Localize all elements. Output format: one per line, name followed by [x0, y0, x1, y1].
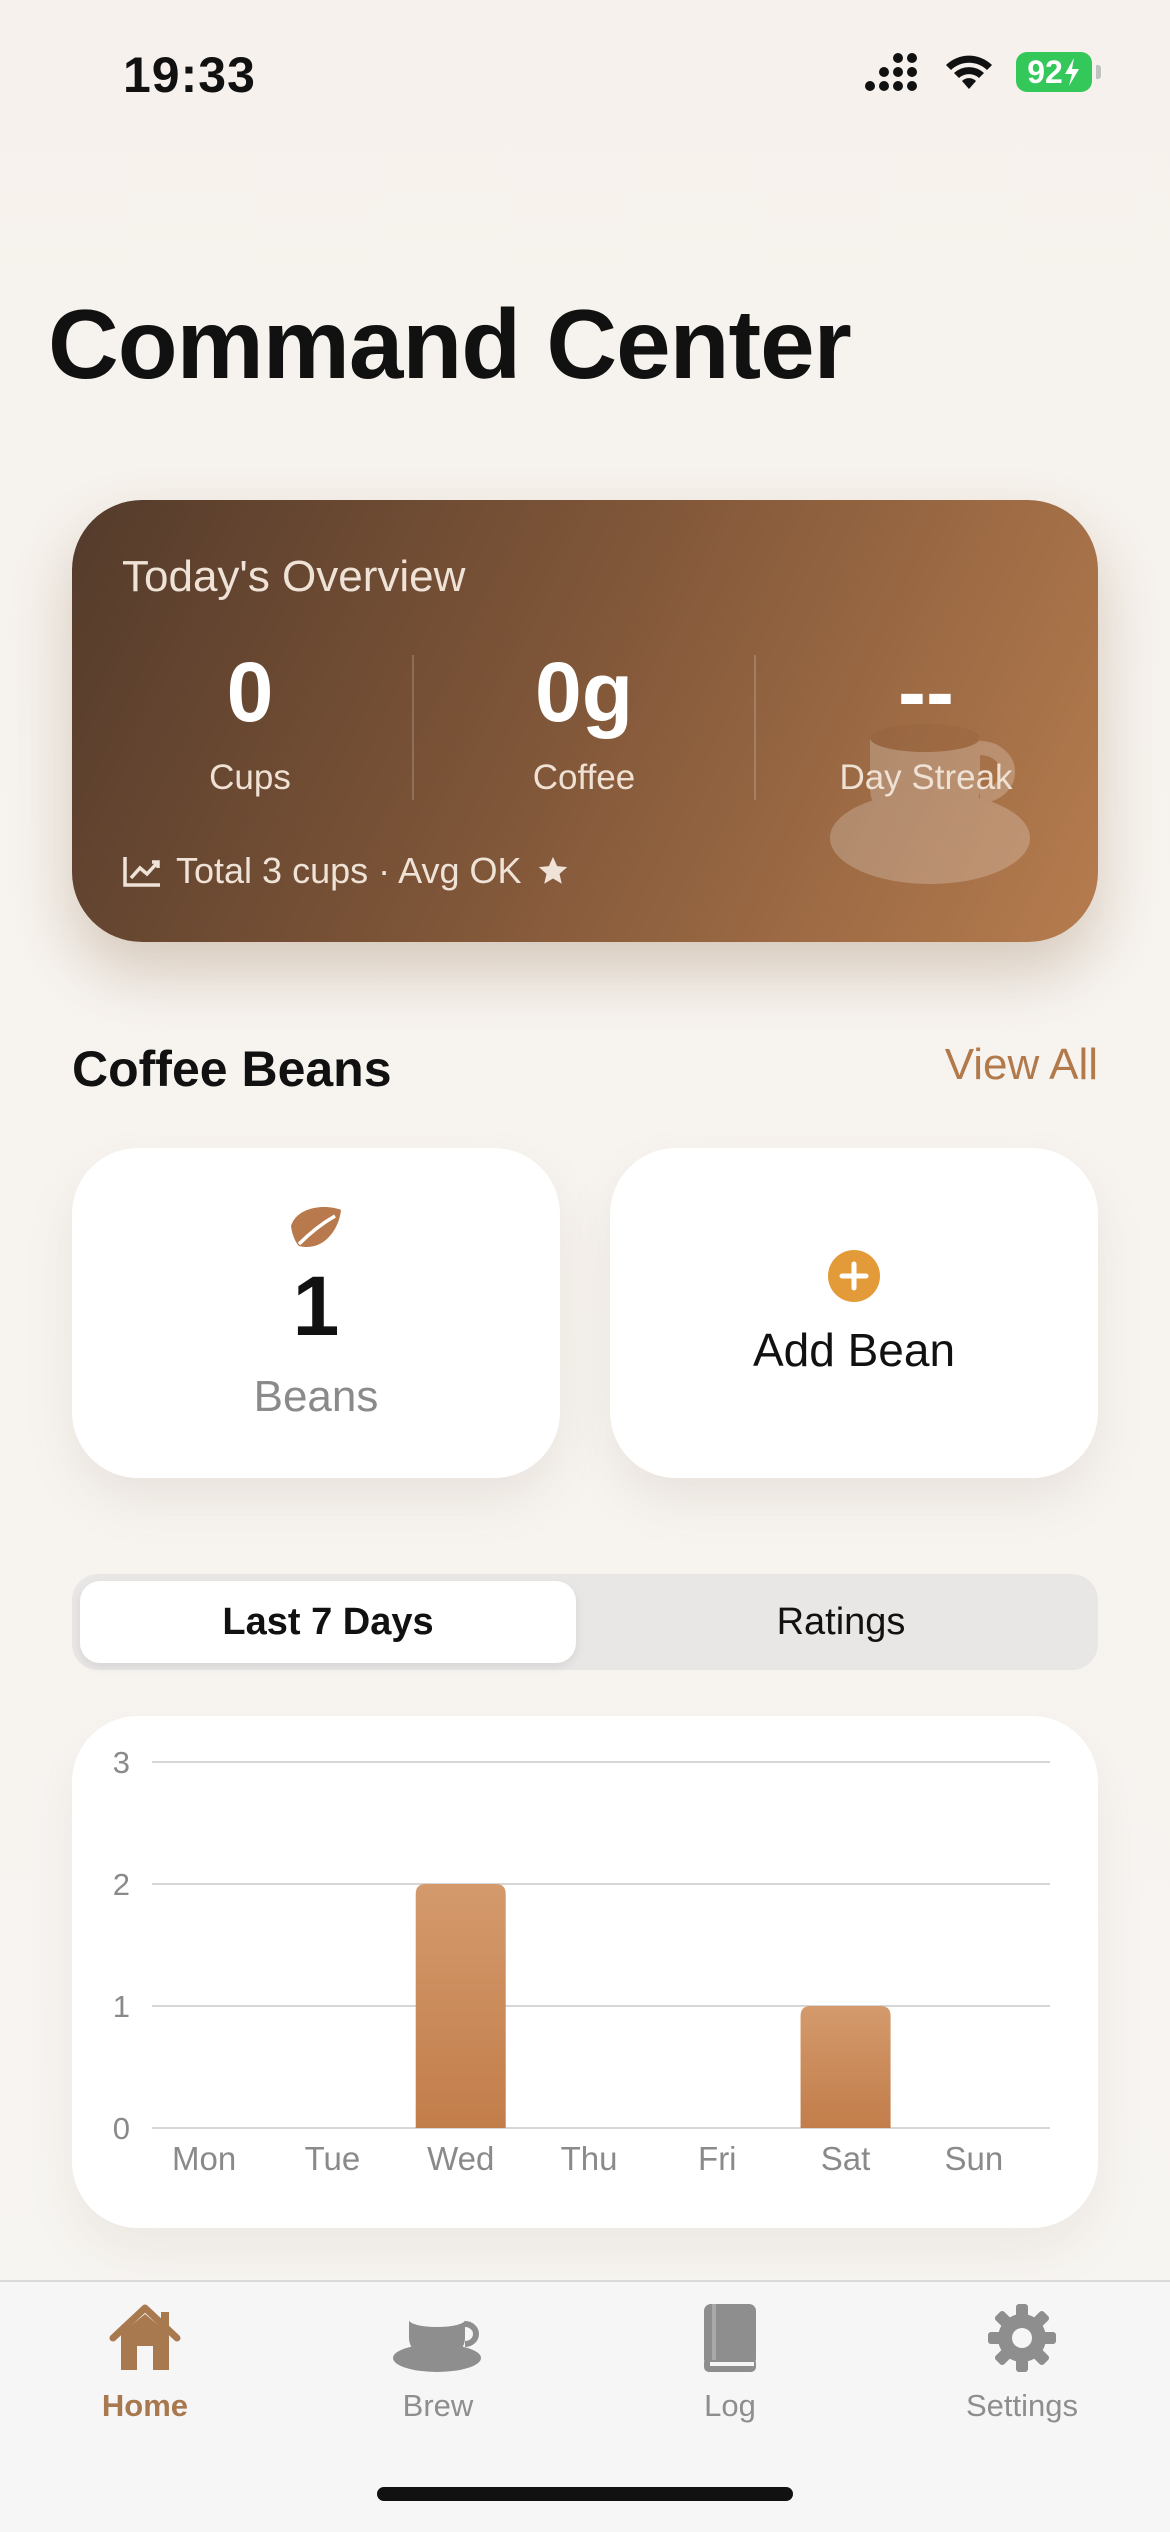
y-tick-label: 2 — [113, 1867, 130, 1902]
leaf-icon — [291, 1207, 341, 1248]
segment-last-7-days[interactable]: Last 7 Days — [80, 1581, 576, 1663]
overview-footer-text: Total 3 cups · Avg OK — [176, 850, 522, 891]
plus-circle-icon — [828, 1250, 880, 1302]
view-all-link[interactable]: View All — [945, 1040, 1098, 1090]
status-indicators: 92 — [864, 52, 1101, 92]
coffee-cup-icon — [393, 2313, 481, 2372]
x-tick-label: Fri — [698, 2140, 736, 2177]
battery-level: 92 — [1027, 53, 1063, 90]
add-bean-label: Add Bean — [752, 1324, 956, 1376]
stat-value: 0g — [534, 645, 634, 739]
bar-wed — [415, 1884, 506, 2128]
stat-value: 0 — [226, 645, 274, 739]
beans-count-tile[interactable]: 1 Beans — [72, 1148, 560, 1478]
range-segmented-control: Last 7 Days Ratings — [72, 1574, 1098, 1670]
y-tick-label: 3 — [113, 1745, 130, 1780]
x-tick-label: Tue — [305, 2140, 361, 2177]
x-tick-label: Thu — [561, 2140, 618, 2177]
page-title: Command Center — [48, 289, 852, 399]
screen: 19:33 92 Command Center Today's Overview… — [0, 0, 1170, 2532]
trend-chart-icon — [123, 857, 160, 887]
tab-label: Home — [101, 2388, 189, 2423]
charging-bolt-icon — [1064, 58, 1079, 86]
beans-count: 1 — [292, 1259, 340, 1353]
beans-count-label: Beans — [253, 1372, 379, 1421]
bar-sat — [800, 2006, 891, 2128]
wifi-icon — [946, 55, 992, 89]
gear-icon — [988, 2304, 1056, 2372]
y-tick-label: 0 — [113, 2111, 130, 2146]
tab-label: Settings — [965, 2388, 1078, 2423]
overview-card: Today's Overview 0 Cups 0g Coffee -- Day… — [72, 500, 1098, 942]
tab-label: Brew — [402, 2388, 474, 2423]
tab-log[interactable]: Log — [610, 2302, 850, 2424]
tab-settings[interactable]: Settings — [902, 2302, 1142, 2424]
status-time: 19:33 — [123, 47, 256, 103]
stat-label: Cups — [209, 758, 291, 797]
x-tick-label: Sun — [944, 2140, 1003, 2177]
x-tick-label: Sat — [821, 2140, 871, 2177]
weekly-cups-chart-card: 0 1 2 3 Mon Tue Wed Thu Fri Sat Sun — [72, 1716, 1098, 2228]
home-indicator — [377, 2487, 793, 2501]
tab-brew[interactable]: Brew — [318, 2302, 558, 2424]
y-tick-label: 1 — [113, 1989, 130, 2024]
house-icon — [109, 2304, 181, 2370]
stat-streak: -- Day Streak — [756, 650, 1096, 798]
stat-label: Coffee — [532, 758, 636, 797]
x-tick-label: Mon — [172, 2140, 236, 2177]
x-tick-label: Wed — [427, 2140, 494, 2177]
tab-label: Log — [704, 2388, 756, 2423]
signal-icon — [865, 53, 917, 91]
overview-footer: Total 3 cups · Avg OK — [122, 850, 570, 892]
section-title-coffee-beans: Coffee Beans — [72, 1041, 392, 1097]
add-bean-button[interactable]: Add Bean — [610, 1148, 1098, 1478]
segment-ratings[interactable]: Ratings — [592, 1581, 1090, 1663]
stat-label: Day Streak — [839, 758, 1013, 797]
book-icon — [704, 2304, 756, 2372]
overview-title: Today's Overview — [122, 552, 466, 601]
stat-coffee: 0g Coffee — [414, 650, 754, 798]
stat-value: -- — [898, 645, 954, 739]
star-icon — [538, 856, 567, 884]
battery-indicator: 92 — [1016, 52, 1101, 92]
stat-cups: 0 Cups — [80, 650, 420, 798]
tab-home[interactable]: Home — [25, 2302, 265, 2424]
weekly-cups-chart: 0 1 2 3 Mon Tue Wed Thu Fri Sat Sun — [113, 1745, 1050, 2177]
